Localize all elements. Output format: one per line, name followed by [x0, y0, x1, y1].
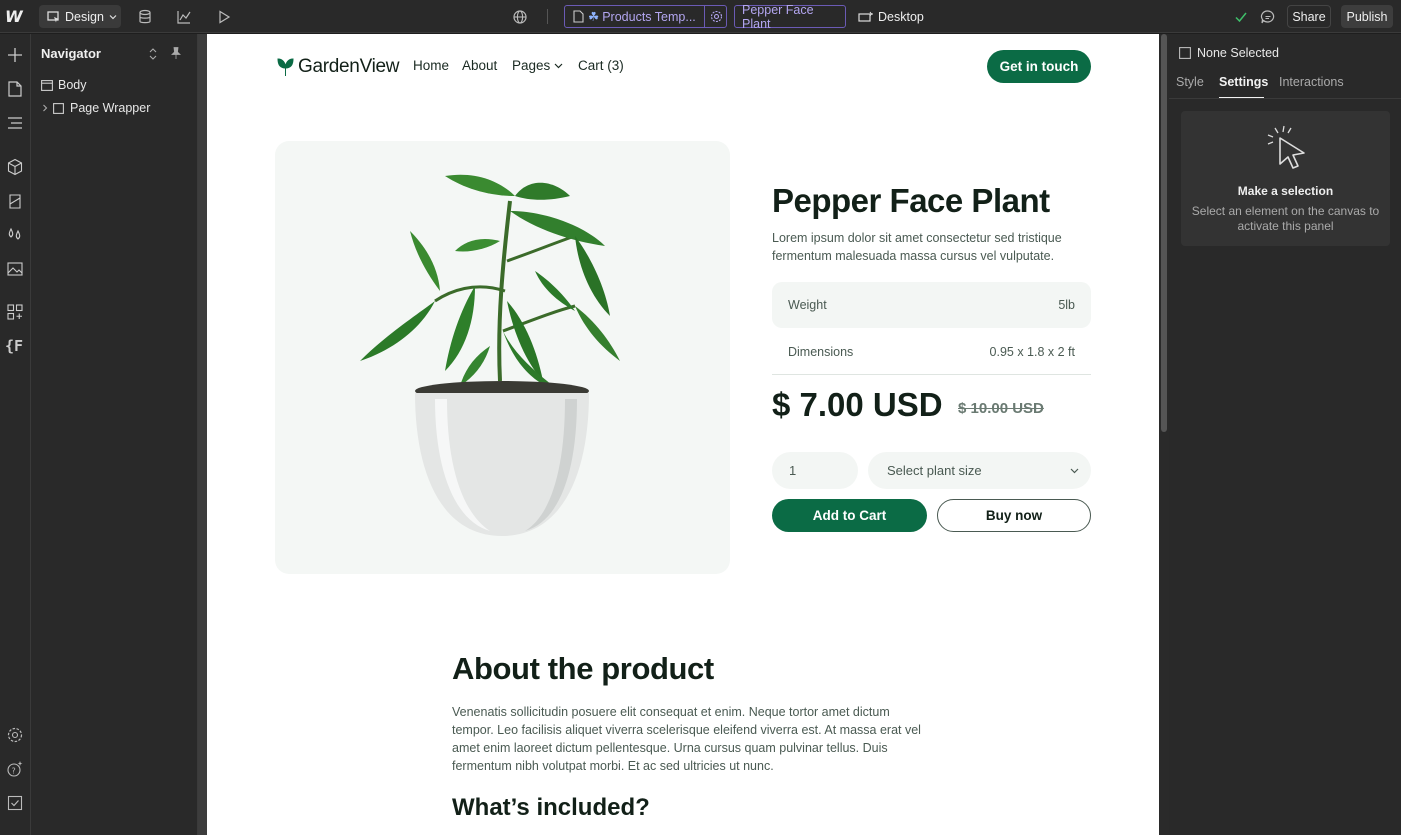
page-icon: [573, 10, 584, 23]
design-mode-button[interactable]: Design: [39, 5, 121, 28]
breakpoint-selector[interactable]: Desktop: [858, 0, 924, 33]
nav-link-pages: Pages: [512, 58, 551, 73]
plant-size-select[interactable]: Select plant size: [868, 452, 1091, 489]
selection-box-icon: [1179, 47, 1191, 59]
saved-check-icon: [1235, 12, 1247, 23]
design-mode-label: Design: [65, 9, 104, 24]
tab-interactions[interactable]: Interactions: [1279, 75, 1344, 89]
product-compare-price: $ 10.00 USD: [958, 400, 1044, 417]
plant-size-placeholder: Select plant size: [887, 463, 982, 478]
product-image-card: [275, 141, 730, 574]
preview-play-icon[interactable]: [216, 9, 232, 25]
comments-icon[interactable]: [1260, 9, 1276, 25]
body-frame-icon: [41, 79, 53, 91]
pages-icon[interactable]: [6, 80, 24, 98]
spec-value: 5lb: [1058, 298, 1075, 312]
design-canvas[interactable]: GardenView Home About Pages Cart (3) Get…: [207, 34, 1159, 835]
tab-settings[interactable]: Settings: [1219, 75, 1268, 89]
brand-name: GardenView: [298, 56, 400, 77]
navigator-item-body[interactable]: Body: [31, 74, 197, 96]
variables-drops-icon[interactable]: [6, 226, 24, 244]
pin-icon[interactable]: [170, 46, 182, 60]
help-sparkle-icon[interactable]: ?: [6, 760, 24, 778]
nav-link-cart[interactable]: Cart (3): [578, 58, 624, 73]
svg-text:?: ?: [12, 767, 16, 776]
navigator-title: Navigator: [41, 46, 101, 61]
product-price: $ 7.00 USD: [772, 386, 943, 423]
chevron-down-icon: [554, 63, 563, 68]
cursor-box-icon: [47, 10, 59, 22]
spec-label: Weight: [788, 298, 827, 312]
assets-image-icon[interactable]: [6, 260, 24, 278]
nav-link-about[interactable]: About: [462, 58, 497, 73]
div-block-icon: [53, 102, 64, 114]
navigator-panel: Navigator Body Page Wrapper: [31, 34, 198, 835]
empty-state-title: Make a selection: [1237, 184, 1334, 198]
quantity-input[interactable]: 1: [772, 452, 858, 489]
tabs-divider: [1169, 98, 1401, 99]
get-in-touch-button[interactable]: Get in touch: [987, 50, 1091, 83]
style-selectors-icon[interactable]: [6, 192, 24, 210]
tshirt-icon: ☘: [588, 10, 600, 24]
fonts-braces-icon[interactable]: {F: [5, 337, 23, 355]
site-logo[interactable]: GardenView: [277, 56, 400, 78]
navigator-item-page-wrapper[interactable]: Page Wrapper: [31, 97, 197, 119]
left-toolbar: {F ?: [0, 34, 31, 835]
canvas-gutter: [198, 34, 207, 835]
scrollbar-thumb[interactable]: [1161, 34, 1167, 432]
cms-item-label: Pepper Face Plant: [742, 2, 814, 31]
navigator-layers-icon[interactable]: [6, 114, 24, 132]
desktop-star-icon: [858, 11, 873, 22]
product-description: Lorem ipsum dolor sit amet consectetur s…: [772, 231, 1062, 263]
page-settings-gear-icon[interactable]: [710, 10, 723, 23]
add-elements-plus-icon[interactable]: [6, 46, 24, 64]
selection-indicator: None Selected: [1179, 46, 1279, 60]
cms-item-selector[interactable]: Pepper Face Plant: [734, 2, 846, 31]
breakpoint-label: Desktop: [878, 9, 924, 24]
nav-dropdown-pages[interactable]: Pages: [512, 58, 563, 73]
chevron-down-icon: [1070, 468, 1079, 473]
cms-database-icon[interactable]: [137, 9, 153, 25]
about-text: Venenatis sollicitudin posuere elit cons…: [452, 705, 921, 773]
audit-checkbox-icon[interactable]: [6, 794, 24, 812]
empty-state-card: Make a selection Select an element on th…: [1181, 111, 1390, 246]
publish-button[interactable]: Publish: [1341, 5, 1393, 28]
navigator-item-label: Page Wrapper: [70, 101, 151, 115]
top-bar: W Design ☘ Products Temp... Pepper Face …: [0, 0, 1401, 33]
nav-link-home[interactable]: Home: [413, 58, 449, 73]
apps-grid-icon[interactable]: [6, 303, 24, 321]
analytics-chart-icon[interactable]: [176, 9, 192, 25]
toolbar-divider: [547, 9, 548, 24]
chevron-down-icon: [109, 14, 117, 19]
share-button[interactable]: Share: [1287, 5, 1331, 28]
right-panel: None Selected Style Settings Interaction…: [1169, 34, 1401, 835]
globe-icon[interactable]: [512, 9, 528, 25]
spec-row-weight: Weight 5lb: [772, 282, 1091, 328]
selection-label: None Selected: [1197, 46, 1280, 60]
webflow-logo-icon[interactable]: W: [5, 0, 25, 33]
navigator-item-label: Body: [58, 78, 87, 92]
pepper-plant-image: [360, 174, 620, 536]
spec-row-dimensions: Dimensions 0.95 x 1.8 x 2 ft: [772, 330, 1091, 375]
page-selector-label: Products Temp...: [602, 9, 696, 24]
empty-state-text: Select an element on the canvas to activ…: [1191, 204, 1380, 233]
add-to-cart-button[interactable]: Add to Cart: [772, 499, 927, 532]
tab-style[interactable]: Style: [1176, 75, 1204, 89]
spec-label: Dimensions: [788, 345, 854, 359]
cursor-click-icon: [1267, 125, 1305, 169]
product-title: Pepper Face Plant: [772, 182, 1050, 219]
chevron-right-icon[interactable]: [42, 104, 48, 112]
buy-now-button[interactable]: Buy now: [937, 499, 1091, 532]
spec-value: 0.95 x 1.8 x 2 ft: [989, 345, 1075, 359]
canvas-scrollbar[interactable]: [1159, 34, 1169, 835]
whats-included-heading: What’s included?: [452, 794, 650, 821]
settings-gear-icon[interactable]: [6, 726, 24, 744]
expand-collapse-icon[interactable]: [148, 47, 158, 61]
about-heading: About the product: [452, 651, 714, 686]
page-selector[interactable]: ☘ Products Temp...: [564, 5, 727, 28]
pill-divider: [704, 6, 705, 27]
components-cube-icon[interactable]: [6, 158, 24, 176]
leaf-logo-icon: [277, 57, 294, 76]
